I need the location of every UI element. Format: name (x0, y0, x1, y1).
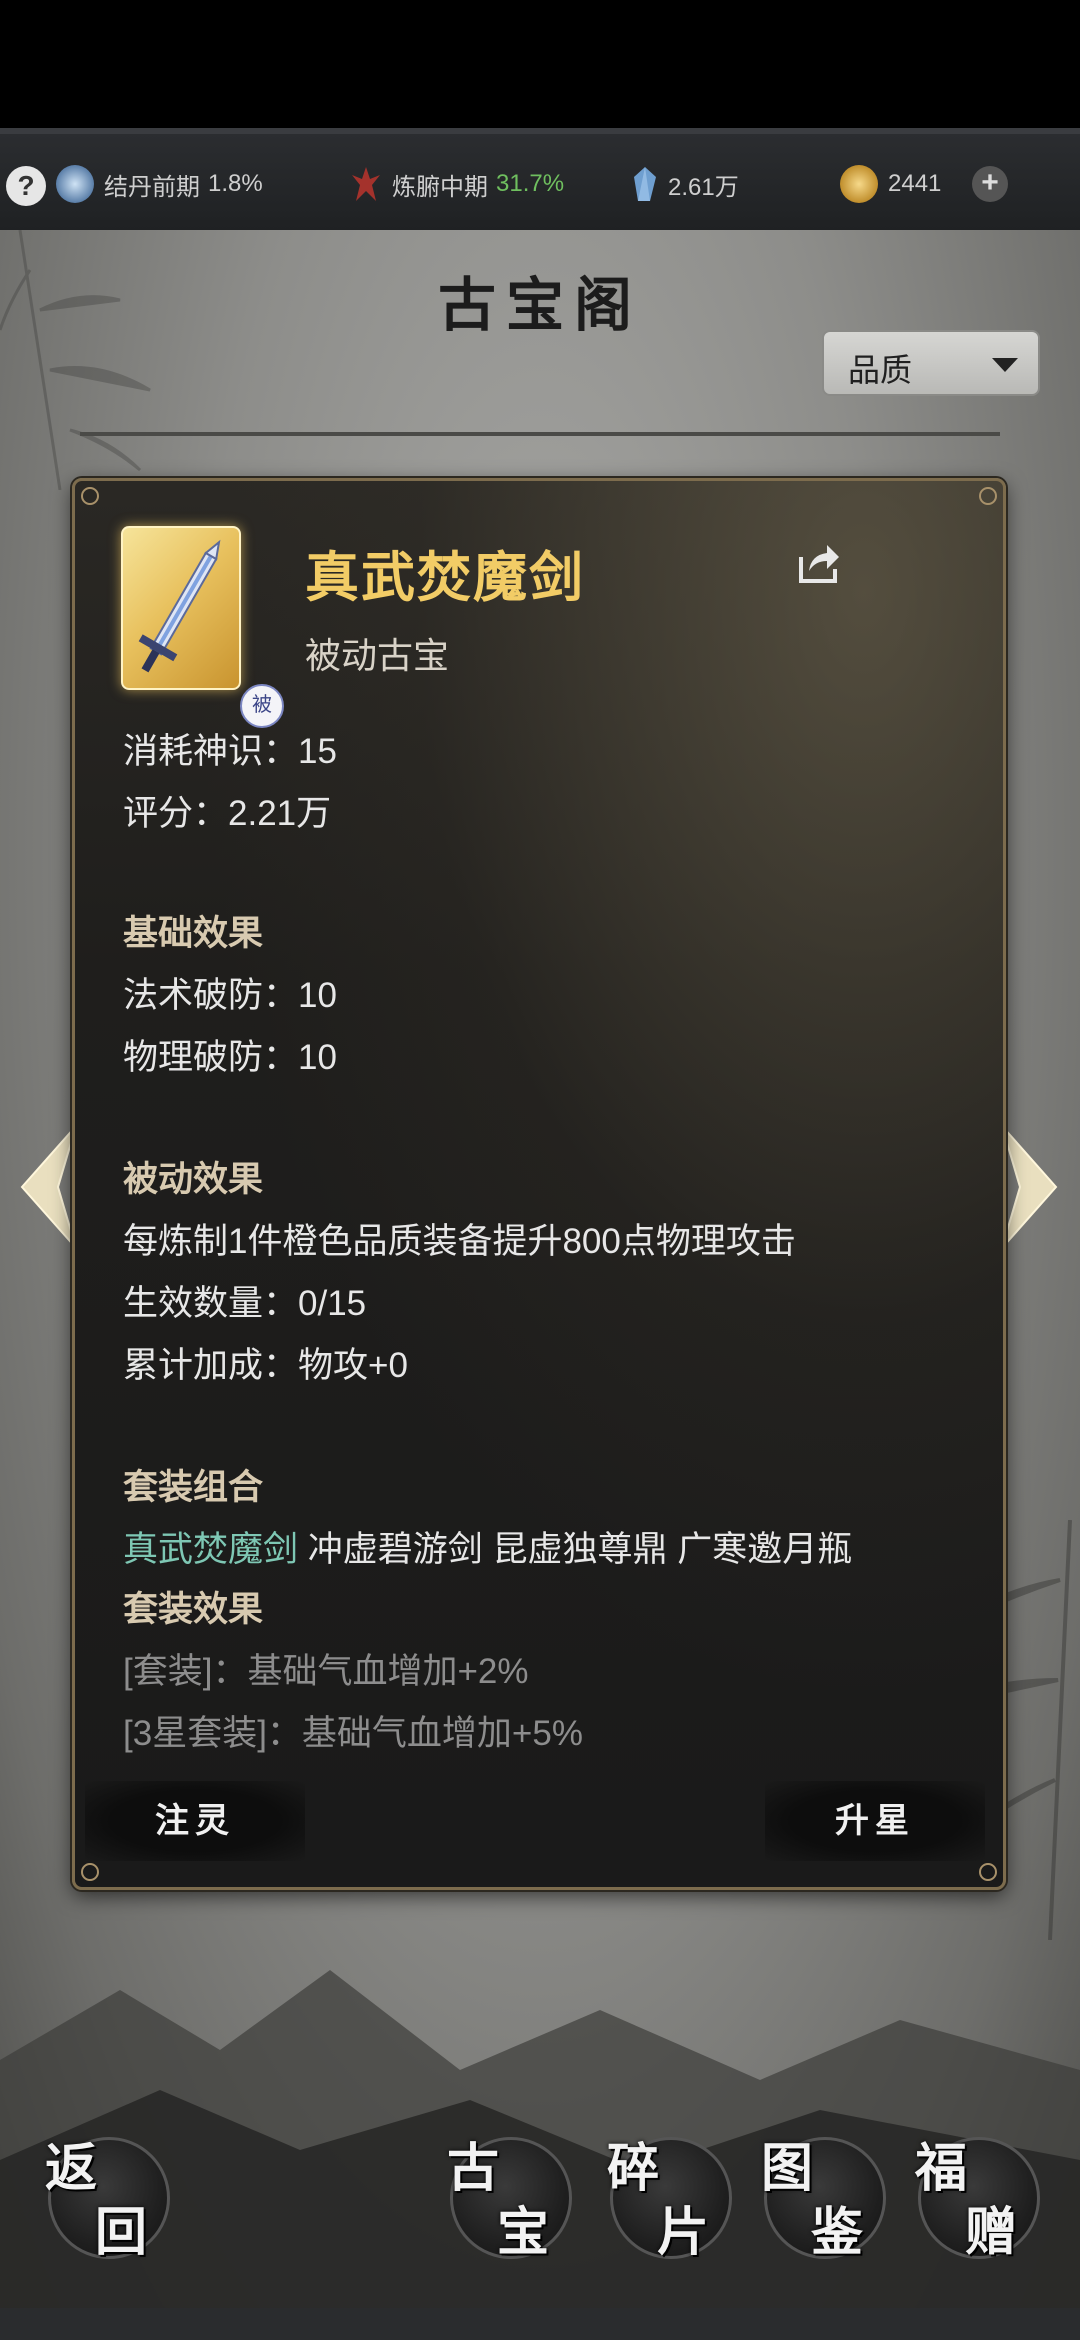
card-corner-ornament (979, 1863, 997, 1881)
spirit-stone-count: 2.61万 (668, 173, 739, 201)
chevron-down-icon (992, 358, 1018, 372)
realm-indicator: 结丹前期 1.8% (56, 165, 263, 203)
item-icon: 被 (121, 526, 284, 728)
base-effect-line: 法术破防：10 (123, 976, 337, 1015)
base-effect-line: 物理破防：10 (123, 1038, 337, 1077)
treasure-char-2: 宝 (497, 2202, 550, 2263)
body-realm-indicator: 炼腑中期 31.7% (350, 165, 564, 203)
realm-percent: 1.8% (208, 170, 263, 197)
treasure-detail-card: 被 真武焚魔剑 被动古宝 消耗神识：15 评分：2.21万 基础效果 法术破防：… (72, 478, 1006, 1890)
fragments-tab-button[interactable]: 碎 片 (607, 2137, 732, 2263)
consume-spirit-sense: 消耗神识：15 (123, 732, 337, 771)
total-bonus: 累计加成：物攻+0 (123, 1346, 408, 1385)
fragments-char-2: 片 (657, 2202, 710, 2263)
passive-effect-heading: 被动效果 (123, 1160, 264, 1199)
infuse-button[interactable]: 注灵 (85, 1781, 305, 1861)
item-name: 真武焚魔剑 (305, 545, 585, 609)
star-up-button[interactable]: 升星 (765, 1781, 985, 1861)
codex-char-1: 图 (761, 2138, 814, 2199)
sword-icon (138, 539, 221, 673)
set-effect-line: [3星套装]：基础气血增加+5% (123, 1714, 583, 1753)
card-corner-ornament (81, 487, 99, 505)
spirit-stone-indicator: 2.61万 (632, 165, 739, 203)
currency-indicator: 2441 (840, 165, 941, 203)
back-char-2: 回 (95, 2202, 148, 2263)
realm-icon (56, 165, 94, 203)
quality-filter-label: 品质 (848, 352, 913, 388)
card-corner-ornament (979, 487, 997, 505)
set-member-owned: 真武焚魔剑 (123, 1530, 299, 1569)
card-corner-ornament (81, 1863, 99, 1881)
set-member: 昆虚独尊鼎 (492, 1530, 668, 1569)
gift-char-2: 赠 (965, 2202, 1018, 2263)
set-combo-heading: 套装组合 (123, 1468, 264, 1507)
set-member: 冲虚碧游剑 (307, 1530, 483, 1569)
treasure-tab-button[interactable]: 古 宝 (447, 2137, 572, 2263)
base-effect-heading: 基础效果 (123, 914, 264, 953)
back-char-1: 返 (45, 2138, 98, 2199)
codex-char-2: 鉴 (811, 2202, 864, 2263)
share-icon[interactable] (795, 541, 841, 587)
codex-tab-button[interactable]: 图 鉴 (761, 2137, 886, 2263)
gift-tab-button[interactable]: 福 赠 (915, 2137, 1040, 2263)
divider (80, 432, 1000, 436)
body-realm-percent: 31.7% (496, 170, 565, 197)
body-realm-text: 炼腑中期 (392, 173, 488, 201)
set-members: 真武焚魔剑 冲虚碧游剑 昆虚独尊鼎 广寒邀月瓶 (123, 1521, 852, 1572)
currency-count: 2441 (888, 170, 942, 197)
active-count: 生效数量：0/15 (123, 1284, 367, 1323)
set-member: 广寒邀月瓶 (677, 1530, 853, 1569)
currency-icon (840, 165, 878, 203)
set-effect-heading: 套装效果 (123, 1590, 264, 1629)
help-icon[interactable]: ? (6, 166, 46, 206)
plus-icon[interactable]: + (972, 166, 1008, 202)
quality-filter-dropdown[interactable]: 品质 (822, 330, 1040, 396)
spirit-stone-icon (632, 165, 658, 203)
set-effect-line: [套装]：基础气血增加+2% (123, 1652, 529, 1691)
realm-text: 结丹前期 (104, 173, 200, 201)
body-realm-icon (350, 165, 382, 203)
bottom-strip (0, 2308, 1080, 2340)
back-button[interactable]: 返 回 (45, 2137, 170, 2263)
gift-char-1: 福 (915, 2138, 968, 2199)
top-black-area (0, 0, 1080, 128)
passive-badge: 被 (240, 684, 284, 728)
item-type: 被动古宝 (305, 635, 450, 676)
item-score: 评分：2.21万 (123, 794, 332, 833)
passive-effect-description: 每炼制1件橙色品质装备提升800点物理攻击 (123, 1222, 796, 1261)
treasure-char-1: 古 (447, 2138, 500, 2199)
fragments-char-1: 碎 (607, 2138, 660, 2199)
status-bar: ? 结丹前期 1.8% 炼腑中期 31.7% 2.61万 2441 + (0, 128, 1080, 230)
